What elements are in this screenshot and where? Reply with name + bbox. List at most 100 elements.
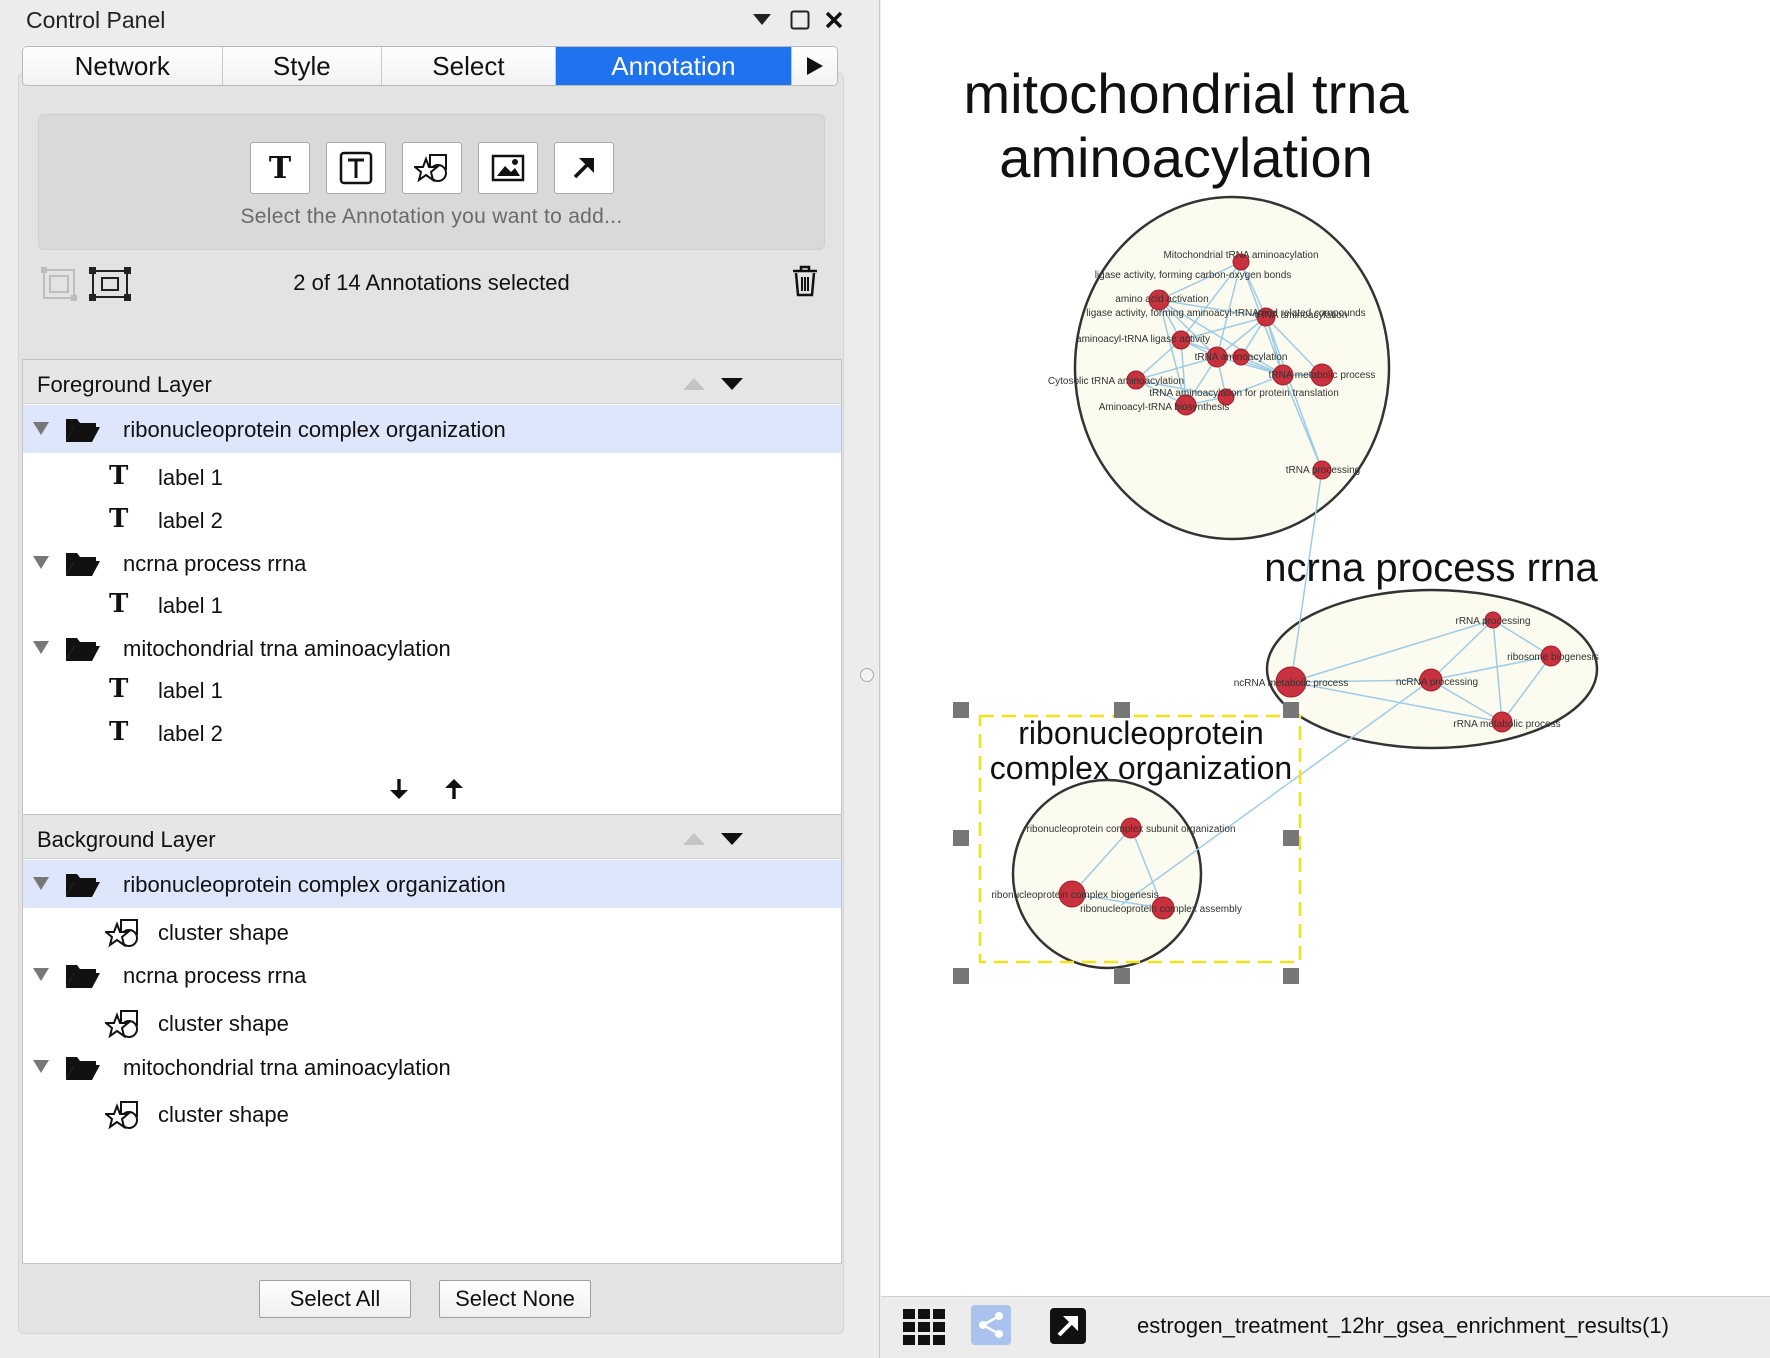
shape-annotation-icon xyxy=(103,916,141,955)
tree-item-label: label 1 xyxy=(158,678,223,703)
bounded-text-annotation-icon xyxy=(339,151,373,185)
folder-open-icon xyxy=(65,870,101,903)
tree-group-row[interactable]: mitochondrial trna aminoacylation xyxy=(23,1043,841,1091)
resize-handle[interactable] xyxy=(1283,830,1299,846)
grid-view-icon[interactable] xyxy=(903,1309,947,1350)
node-label: Mitochondrial tRNA aminoacylation xyxy=(1163,250,1318,261)
tree-item-label: label 2 xyxy=(158,721,223,746)
tab-network[interactable]: Network xyxy=(23,47,223,85)
shape-annotation-icon xyxy=(103,1098,141,1137)
tree-item-row[interactable]: T label 1 xyxy=(23,666,841,714)
control-panel: Control Panel Network Style Select Annot… xyxy=(0,0,880,1358)
network-graph: Mitochondrial tRNA aminoacylation ligase… xyxy=(953,195,1599,984)
tree-item-row[interactable]: cluster shape xyxy=(23,999,841,1047)
resize-handle[interactable] xyxy=(953,968,969,984)
tree-item-row[interactable]: T label 1 xyxy=(23,453,841,501)
add-image-annotation-button[interactable] xyxy=(478,142,538,194)
expand-triangle-icon[interactable] xyxy=(33,877,49,890)
add-bounded-text-button[interactable] xyxy=(326,142,386,194)
tree-item-label: cluster shape xyxy=(158,1011,289,1036)
tree-item-label: label 1 xyxy=(158,465,223,490)
expand-triangle-icon[interactable] xyxy=(33,1060,49,1073)
foreground-layer-panel: Foreground Layer ribonucleoprotein compl… xyxy=(22,359,842,861)
node-label: tRNA aminoacylation xyxy=(1255,310,1348,321)
resize-handle[interactable] xyxy=(1114,968,1130,984)
tab-scroll-right-icon[interactable] xyxy=(792,47,837,85)
folder-open-icon xyxy=(65,549,101,582)
split-pane-divider-handle[interactable] xyxy=(860,668,874,682)
node-label: ligase activity, forming carbon-oxygen b… xyxy=(1095,270,1292,281)
add-shape-annotation-button[interactable] xyxy=(402,142,462,194)
background-layer-header: Background Layer xyxy=(23,815,841,859)
trash-icon[interactable] xyxy=(790,264,820,303)
folder-open-icon xyxy=(65,415,101,448)
expand-triangle-icon[interactable] xyxy=(33,422,49,435)
collapse-up-icon[interactable] xyxy=(683,377,705,395)
tab-select[interactable]: Select xyxy=(382,47,556,85)
collapse-up-icon[interactable] xyxy=(683,832,705,850)
add-text-annotation-button[interactable]: T xyxy=(250,142,310,194)
foreground-layer-header: Foreground Layer xyxy=(23,360,841,404)
resize-handle[interactable] xyxy=(1283,968,1299,984)
arrow-annotation-icon xyxy=(573,158,594,179)
tree-item-label: label 1 xyxy=(158,593,223,618)
cluster-label-line: aminoacylation xyxy=(999,126,1373,189)
node-label: tRNA metabolic process xyxy=(1269,370,1376,381)
network-canvas[interactable]: Mitochondrial tRNA aminoacylation ligase… xyxy=(881,0,1770,1296)
tab-style[interactable]: Style xyxy=(222,47,383,85)
image-annotation-icon xyxy=(491,154,525,182)
open-network-view-icon[interactable] xyxy=(1049,1307,1087,1350)
node-label: ribonucleoprotein complex subunit organi… xyxy=(1026,824,1235,835)
expand-triangle-icon[interactable] xyxy=(33,556,49,569)
resize-handle[interactable] xyxy=(953,830,969,846)
tree-item-row[interactable]: T label 2 xyxy=(23,496,841,544)
float-panel-icon[interactable] xyxy=(786,6,814,34)
tree-group-label: ribonucleoprotein complex organization xyxy=(123,417,506,442)
tree-group-row[interactable]: mitochondrial trna aminoacylation xyxy=(23,624,841,672)
tree-group-label: mitochondrial trna aminoacylation xyxy=(123,636,451,661)
tree-item-row[interactable]: T label 2 xyxy=(23,709,841,757)
node-label: ribonucleoprotein complex biogenesis xyxy=(991,890,1158,901)
node-label: rRNA metabolic process xyxy=(1453,719,1560,730)
cluster-label-ncrna[interactable]: ncrna process rrna xyxy=(1251,546,1611,590)
tree-group-row[interactable]: ncrna process rrna xyxy=(23,951,841,999)
tree-group-row[interactable]: ncrna process rrna xyxy=(23,539,841,587)
share-network-icon[interactable] xyxy=(971,1305,1011,1345)
tree-group-row[interactable]: ribonucleoprotein complex organization xyxy=(23,860,841,908)
node-label: Cytosolic tRNA aminoacylation xyxy=(1048,376,1184,387)
tree-group-row[interactable]: ribonucleoprotein complex organization xyxy=(23,405,841,453)
select-all-button[interactable]: Select All xyxy=(259,1280,411,1318)
select-none-button[interactable]: Select None xyxy=(439,1280,591,1318)
background-layer-title: Background Layer xyxy=(37,827,216,852)
cluster-label-rnp[interactable]: ribonucleoprotein complex organization xyxy=(973,716,1309,786)
text-annotation-icon: T xyxy=(109,589,129,619)
node-label: ribonucleoprotein complex assembly xyxy=(1080,904,1242,915)
expand-down-icon[interactable] xyxy=(721,377,743,395)
tab-annotation[interactable]: Annotation xyxy=(555,47,793,85)
cluster-label-mito[interactable]: mitochondrial trna aminoacylation xyxy=(946,62,1426,190)
tree-item-row[interactable]: T label 1 xyxy=(23,581,841,629)
selection-toolbar: 2 of 14 Annotations selected xyxy=(38,262,825,306)
move-up-arrow-icon[interactable] xyxy=(443,776,465,807)
cluster-shape-mito[interactable] xyxy=(1073,195,1391,541)
folder-open-icon xyxy=(65,961,101,994)
expand-down-icon[interactable] xyxy=(721,832,743,850)
tree-item-row[interactable]: cluster shape xyxy=(23,1090,841,1138)
panel-titlebar: Control Panel xyxy=(0,0,880,40)
panel-menu-dropdown-icon[interactable] xyxy=(748,6,776,34)
expand-triangle-icon[interactable] xyxy=(33,968,49,981)
expand-triangle-icon[interactable] xyxy=(33,641,49,654)
close-icon[interactable] xyxy=(820,6,848,34)
text-annotation-icon: T xyxy=(109,674,129,704)
tree-item-row[interactable]: cluster shape xyxy=(23,908,841,956)
add-arrow-annotation-button[interactable] xyxy=(554,142,614,194)
folder-open-icon xyxy=(65,634,101,667)
cluster-shape-rnp[interactable] xyxy=(1011,778,1203,970)
add-annotation-hint: Select the Annotation you want to add... xyxy=(240,205,623,228)
move-down-arrow-icon[interactable] xyxy=(388,776,410,807)
shape-annotation-icon xyxy=(414,154,447,183)
background-layer-panel: Background Layer ribonucleoprotein compl… xyxy=(22,814,842,1264)
node-label: ribosome biogenesis xyxy=(1507,652,1599,663)
text-annotation-icon: T xyxy=(109,461,129,491)
resize-handle[interactable] xyxy=(953,702,969,718)
